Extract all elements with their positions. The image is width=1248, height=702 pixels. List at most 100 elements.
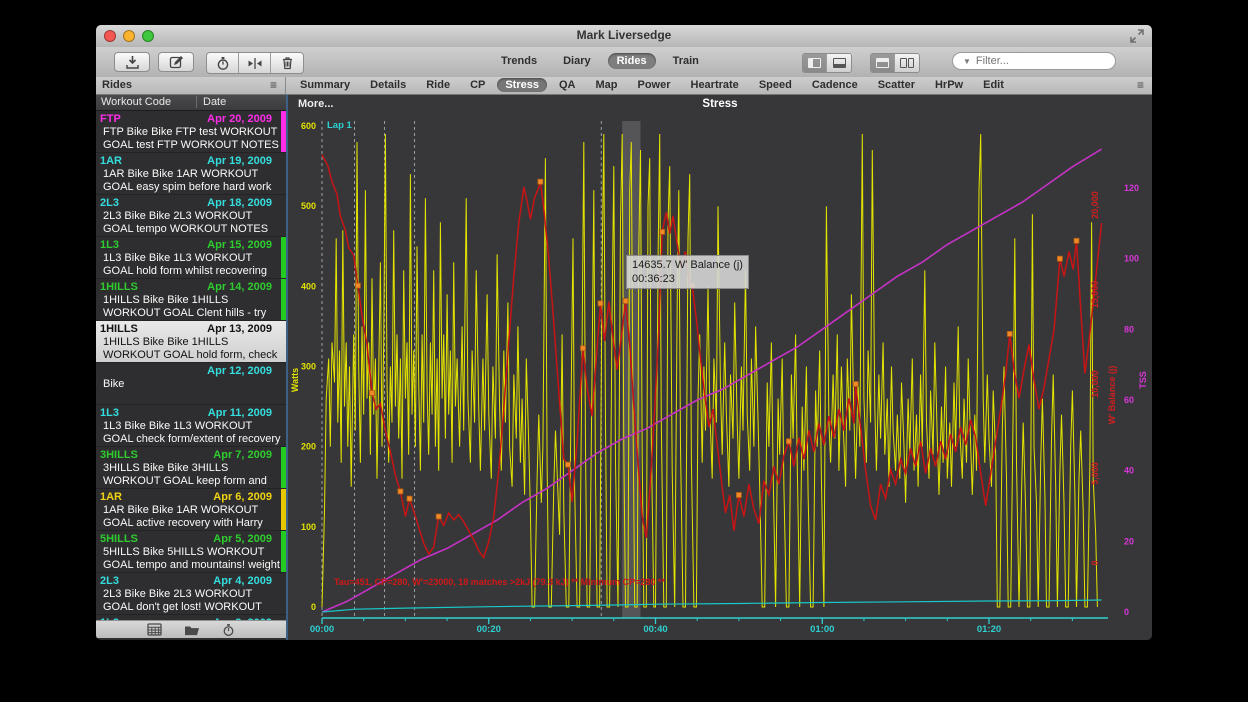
svg-text:400: 400 [301, 281, 316, 291]
svg-text:100: 100 [1124, 254, 1139, 264]
ride-list-item[interactable]: 1L3Apr 11, 20091L3 Bike Bike 1L3 WORKOUT… [96, 405, 286, 447]
svg-text:01:20: 01:20 [977, 624, 1001, 635]
filter-input[interactable] [974, 54, 1120, 68]
ride-list-item[interactable]: 1HILLSApr 13, 20091HILLS Bike Bike 1HILL… [96, 321, 286, 363]
ride-date: Apr 14, 2009 [207, 281, 272, 293]
svg-text:80: 80 [1124, 324, 1134, 334]
speed-series [322, 600, 1102, 612]
filter-field[interactable]: ▼ [952, 52, 1116, 70]
list-column-header[interactable]: Workout Code Date [96, 95, 286, 111]
stress-chart-panel: More... Stress Lap 10100200300400500600W… [288, 95, 1152, 640]
tiled-view-icon [900, 58, 914, 68]
lap-label: Lap 1 [327, 120, 353, 131]
edit-button[interactable] [158, 52, 194, 72]
single-view-button[interactable] [871, 54, 895, 72]
scope-tab-train[interactable]: Train [664, 53, 708, 69]
svg-text:00:20: 00:20 [477, 624, 501, 635]
svg-text:01:00: 01:00 [810, 624, 834, 635]
svg-text:100: 100 [301, 522, 316, 532]
bottombar-toggle-icon [833, 58, 846, 68]
calendar-icon[interactable] [147, 623, 162, 636]
main-toolbar: Trends Diary Rides Train ▼ [96, 47, 1152, 77]
ride-detail-line: 2L3 Bike Bike 2L3 WORKOUT [100, 210, 282, 223]
ride-list-item[interactable]: Apr 12, 2009Bike [96, 363, 286, 405]
scope-tab-diary[interactable]: Diary [554, 53, 600, 69]
ride-code: 1HILLS [100, 323, 138, 335]
wbal-series [322, 155, 1102, 558]
stopwatch-icon[interactable] [222, 623, 235, 637]
svg-text:10,000: 10,000 [1090, 370, 1100, 398]
tab-edit[interactable]: Edit [975, 78, 1012, 92]
watts-series [322, 134, 1097, 607]
tab-stress[interactable]: Stress [497, 78, 547, 92]
ride-list-item[interactable]: 5HILLSApr 5, 20095HILLS Bike 5HILLS WORK… [96, 531, 286, 573]
ride-detail-line: Bike [100, 378, 282, 391]
delete-button[interactable] [271, 53, 303, 73]
ride-date: Apr 6, 2009 [213, 491, 272, 503]
ride-detail-line: GOAL check form/extent of recovery [100, 433, 282, 446]
ride-list-item[interactable]: 2L3Apr 18, 20092L3 Bike Bike 2L3 WORKOUT… [96, 195, 286, 237]
ride-detail-line: 1HILLS Bike Bike 1HILLS [100, 294, 282, 307]
chart-menu-icon[interactable]: ≡ [1137, 78, 1144, 92]
ride-date: Apr 12, 2009 [207, 365, 272, 377]
ride-list: FTPApr 20, 2009FTP Bike Bike FTP test WO… [96, 111, 286, 620]
sidebar-menu-icon[interactable]: ≡ [270, 78, 277, 92]
ride-detail-line [100, 391, 282, 404]
tab-scatter[interactable]: Scatter [870, 78, 923, 92]
sidebar-header: Rides ≡ [96, 77, 286, 94]
ride-code: FTP [100, 113, 121, 125]
tab-details[interactable]: Details [362, 78, 414, 92]
ride-detail-line: GOAL tempo WORKOUT NOTES [100, 223, 282, 236]
column-workout-code[interactable]: Workout Code [101, 96, 171, 108]
filter-caret-icon: ▼ [963, 57, 971, 66]
rides-sidebar: Workout Code Date FTPApr 20, 2009FTP Bik… [96, 95, 286, 640]
ride-list-item[interactable]: 2L3Apr 4, 20092L3 Bike Bike 2L3 WORKOUTG… [96, 573, 286, 615]
ride-list-item[interactable]: 1ARApr 6, 20091AR Bike Bike 1AR WORKOUTG… [96, 489, 286, 531]
bottombar-toggle-button[interactable] [827, 54, 851, 72]
panel-toggle-group [802, 53, 852, 73]
tab-hrpw[interactable]: HrPw [927, 78, 971, 92]
tab-cadence[interactable]: Cadence [804, 78, 866, 92]
ride-code: 3HILLS [100, 449, 138, 461]
tab-qa[interactable]: QA [551, 78, 584, 92]
svg-text:120: 120 [1124, 183, 1139, 193]
tab-ride[interactable]: Ride [418, 78, 458, 92]
tab-speed[interactable]: Speed [751, 78, 800, 92]
column-date[interactable]: Date [196, 96, 226, 108]
download-button[interactable] [114, 52, 150, 72]
ride-detail-line: 5HILLS Bike 5HILLS WORKOUT [100, 546, 282, 559]
tab-summary[interactable]: Summary [292, 78, 358, 92]
ride-detail-line: GOAL don't get lost! WORKOUT [100, 601, 282, 614]
ride-list-item[interactable]: 1HILLSApr 14, 20091HILLS Bike Bike 1HILL… [96, 279, 286, 321]
ride-detail-line: WORKOUT GOAL keep form and [100, 475, 282, 488]
ride-list-item[interactable]: 1ARApr 19, 20091AR Bike Bike 1AR WORKOUT… [96, 153, 286, 195]
ride-detail-line: GOAL active recovery with Harry [100, 517, 282, 530]
ride-detail-line: 1AR Bike Bike 1AR WORKOUT [100, 504, 282, 517]
ride-list-item[interactable]: FTPApr 20, 2009FTP Bike Bike FTP test WO… [96, 111, 286, 153]
ride-list-item[interactable]: 3HILLSApr 7, 20093HILLS Bike Bike 3HILLS… [96, 447, 286, 489]
stopwatch-button[interactable] [207, 53, 239, 73]
app-window: Mark Liversedge [96, 25, 1152, 640]
split-button[interactable] [239, 53, 271, 73]
tab-power[interactable]: Power [629, 78, 678, 92]
tooltip-value: 14635.7 W' Balance (j) [632, 258, 743, 272]
tab-heartrate[interactable]: Heartrate [683, 78, 747, 92]
svg-text:0: 0 [311, 602, 316, 612]
folder-icon[interactable] [184, 624, 200, 636]
fullscreen-icon[interactable] [1130, 29, 1144, 43]
ride-detail-line: FTP Bike Bike FTP test WORKOUT [100, 126, 282, 139]
window-titlebar[interactable]: Mark Liversedge [96, 25, 1152, 48]
sidebar-toggle-button[interactable] [803, 54, 827, 72]
ride-list-item[interactable]: 1L3Apr 15, 20091L3 Bike Bike 1L3 WORKOUT… [96, 237, 286, 279]
ride-detail-line: 1AR Bike Bike 1AR WORKOUT [100, 168, 282, 181]
tab-cp[interactable]: CP [462, 78, 493, 92]
svg-text:0: 0 [1090, 560, 1100, 565]
scope-tab-trends[interactable]: Trends [492, 53, 546, 69]
tab-map[interactable]: Map [587, 78, 625, 92]
ride-detail-line: WORKOUT GOAL hold form, check [100, 349, 282, 362]
tiled-view-button[interactable] [895, 54, 919, 72]
scope-tab-rides[interactable]: Rides [608, 53, 656, 69]
watts-axis: 0100200300400500600Watts [290, 121, 316, 612]
stress-chart: Lap 10100200300400500600Watts05,00010,00… [288, 95, 1152, 640]
split-icon [247, 57, 263, 70]
